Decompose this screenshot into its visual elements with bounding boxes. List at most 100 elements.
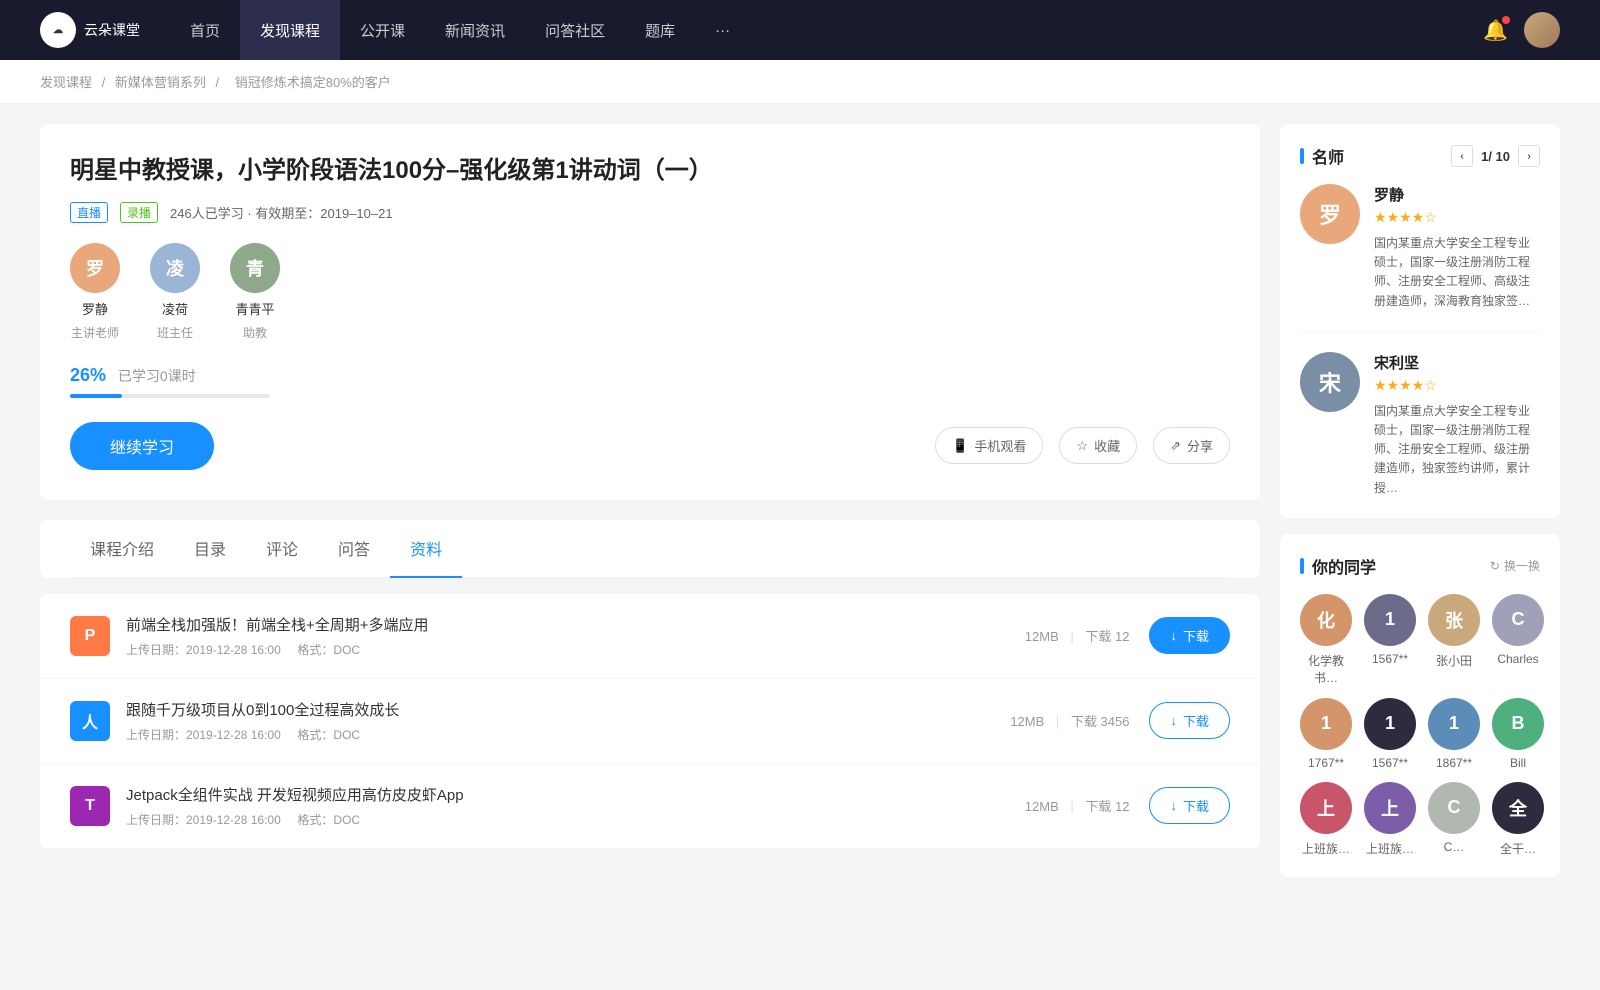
collect-label: 收藏 [1094,436,1120,455]
classmate-name-10: C… [1444,840,1465,854]
file-info-2: Jetpack全组件实战 开发短视频应用高仿皮皮虾App 上传日期：2019-1… [126,784,1025,828]
classmate-11[interactable]: 全 全干… [1492,782,1544,857]
nav-item-home[interactable]: 首页 [170,0,240,60]
file-item-1: 人 跟随千万级项目从0到100全过程高效成长 上传日期：2019-12-28 1… [40,679,1260,764]
nav-item-news[interactable]: 新闻资讯 [425,0,525,60]
share-icon: ⇗ [1170,438,1181,454]
file-info-1: 跟随千万级项目从0到100全过程高效成长 上传日期：2019-12-28 16:… [126,699,1010,743]
classmate-avatar-3: C [1492,594,1544,646]
breadcrumb-series[interactable]: 新媒体营销系列 [115,75,206,90]
classmate-1[interactable]: 1 1567** [1364,594,1416,686]
refresh-classmates-button[interactable]: ↻ 换一换 [1490,557,1540,574]
classmate-avatar-9: 上 [1364,782,1416,834]
classmate-7[interactable]: B Bill [1492,698,1544,770]
teacher-role-0: 主讲老师 [71,324,119,341]
file-name-0: 前端全栈加强版！前端全栈+全周期+多端应用 [126,614,1025,635]
classmate-name-7: Bill [1510,756,1526,770]
teacher-avatar-2: 青 [230,243,280,293]
download-button-2[interactable]: ↓ 下载 [1149,787,1230,824]
collect-button[interactable]: ☆ 收藏 [1059,427,1137,464]
teacher-name-1: 凌荷 [162,299,188,318]
course-meta: 直播 录播 246人已学习 · 有效期至：2019–10–21 [70,202,1230,223]
sidebar: 名师 ‹ 1/ 10 › 罗 罗静 ★★★★☆ 国内某重点大学安全工程专业硕士，… [1280,124,1560,893]
file-date-2: 上传日期：2019-12-28 16:00 [126,813,281,827]
bell-dot [1502,16,1510,24]
breadcrumb-sep2: / [216,75,223,90]
classmate-10[interactable]: C C… [1428,782,1480,857]
classmate-5[interactable]: 1 1567** [1364,698,1416,770]
file-size-2: 12MB | 下载 12 [1025,796,1130,815]
classmate-name-5: 1567** [1372,756,1408,770]
user-avatar[interactable] [1524,12,1560,48]
tag-live: 直播 [70,202,108,223]
next-teacher-button[interactable]: › [1518,145,1540,167]
file-name-1: 跟随千万级项目从0到100全过程高效成长 [126,699,1010,720]
file-format-2: 格式：DOC [297,813,360,827]
tab-catalog[interactable]: 目录 [174,520,246,578]
classmate-name-2: 张小田 [1436,652,1472,669]
prev-teacher-button[interactable]: ‹ [1451,145,1473,167]
tab-intro[interactable]: 课程介绍 [70,520,174,578]
notification-bell[interactable]: 🔔 [1483,18,1508,43]
file-size-0: 12MB | 下载 12 [1025,626,1130,645]
breadcrumb-discover[interactable]: 发现课程 [40,75,92,90]
nav-item-exam[interactable]: 题库 [625,0,695,60]
progress-bar-fill [70,394,122,398]
classmate-avatar-10: C [1428,782,1480,834]
classmate-name-9: 上班族… [1366,840,1414,857]
teachers-sidebar-card: 名师 ‹ 1/ 10 › 罗 罗静 ★★★★☆ 国内某重点大学安全工程专业硕士，… [1280,124,1560,518]
files-list: P 前端全栈加强版！前端全栈+全周期+多端应用 上传日期：2019-12-28 … [40,594,1260,849]
classmate-6[interactable]: 1 1867** [1428,698,1480,770]
star-icon: ☆ [1076,438,1088,454]
mobile-icon: 📱 [952,438,968,454]
classmate-8[interactable]: 上 上班族… [1300,782,1352,857]
breadcrumb-current: 销冠修炼术搞定80%的客户 [235,75,391,90]
mobile-watch-button[interactable]: 📱 手机观看 [935,427,1043,464]
classmates-label: 你的同学 [1312,554,1376,578]
classmate-name-1: 1567** [1372,652,1408,666]
classmate-avatar-2: 张 [1428,594,1480,646]
breadcrumb: 发现课程 / 新媒体营销系列 / 销冠修炼术搞定80%的客户 [0,60,1600,104]
logo[interactable]: ☁ 云朵课堂 [40,12,140,48]
navbar: ☁ 云朵课堂 首页 发现课程 公开课 新闻资讯 问答社区 题库 ··· 🔔 [0,0,1600,60]
share-button[interactable]: ⇗ 分享 [1153,427,1230,464]
classmate-4[interactable]: 1 1767** [1300,698,1352,770]
nav-right: 🔔 [1483,12,1560,48]
classmate-name-3: Charles [1497,652,1538,666]
classmate-2[interactable]: 张 张小田 [1428,594,1480,686]
classmate-avatar-1: 1 [1364,594,1416,646]
nav-items: 首页 发现课程 公开课 新闻资讯 问答社区 题库 ··· [170,0,1483,60]
nav-item-more[interactable]: ··· [695,0,750,60]
main-container: 明星中教授课，小学阶段语法100分–强化级第1讲动词（一） 直播 录播 246人… [0,104,1600,913]
classmates-title: 你的同学 [1300,554,1376,578]
nav-item-qa[interactable]: 问答社区 [525,0,625,60]
teacher-card-avatar-1: 宋 [1300,352,1360,412]
file-date-1: 上传日期：2019-12-28 16:00 [126,728,281,742]
tab-materials[interactable]: 资料 [390,520,462,578]
download-button-1[interactable]: ↓ 下载 [1149,702,1230,739]
continue-study-button[interactable]: 继续学习 [70,422,214,470]
nav-item-open[interactable]: 公开课 [340,0,425,60]
classmate-3[interactable]: C Charles [1492,594,1544,686]
file-meta-1: 上传日期：2019-12-28 16:00 格式：DOC [126,726,1010,743]
classmate-name-11: 全干… [1500,840,1536,857]
nav-item-discover[interactable]: 发现课程 [240,0,340,60]
teacher-card-0: 罗 罗静 ★★★★☆ 国内某重点大学安全工程专业硕士，国家一级注册消防工程师、注… [1300,184,1540,332]
file-date-0: 上传日期：2019-12-28 16:00 [126,643,281,657]
teacher-item-0: 罗 罗静 主讲老师 [70,243,120,341]
classmate-9[interactable]: 上 上班族… [1364,782,1416,857]
tabs: 课程介绍 目录 评论 问答 资料 [70,520,1230,578]
progress-section: 26% 已学习0课时 [70,365,1230,398]
file-name-2: Jetpack全组件实战 开发短视频应用高仿皮皮虾App [126,784,1025,805]
classmate-avatar-8: 上 [1300,782,1352,834]
teacher-avatar-0: 罗 [70,243,120,293]
file-icon-0: P [70,616,110,656]
teacher-stars-0: ★★★★☆ [1374,209,1540,226]
tabs-card: 课程介绍 目录 评论 问答 资料 [40,520,1260,578]
download-button-0[interactable]: ↓ 下载 [1149,617,1230,654]
course-meta-text: 246人已学习 · 有效期至：2019–10–21 [170,203,393,222]
teachers-sidebar-title: 名师 ‹ 1/ 10 › [1300,144,1540,168]
tab-qa[interactable]: 问答 [318,520,390,578]
tab-review[interactable]: 评论 [246,520,318,578]
classmate-0[interactable]: 化 化学教书… [1300,594,1352,686]
